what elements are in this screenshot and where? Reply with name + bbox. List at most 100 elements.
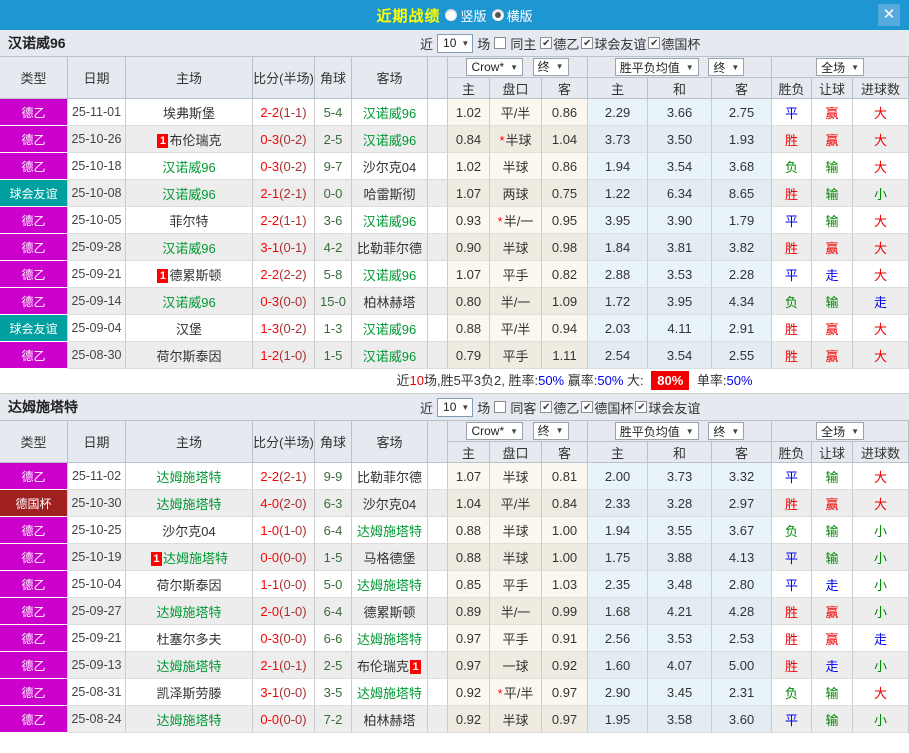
avg-home-cell: 2.35 <box>588 571 649 598</box>
match-count-select[interactable]: 10 ▼ <box>437 397 474 417</box>
home-team-name: 荷尔斯泰因 <box>156 348 222 364</box>
home-team-name: 达姆施塔特 <box>156 496 222 512</box>
dropdown-arrow-icon: ▼ <box>851 62 859 72</box>
away-team-cell: 比勒菲尔德 <box>352 463 428 490</box>
score-cell: 0-3(0-0) <box>253 625 315 652</box>
competition-filter[interactable]: ✔ 球会友谊 <box>635 398 700 417</box>
fulltime-score: 2-0 <box>260 603 280 619</box>
match-date: 25-10-05 <box>68 207 126 234</box>
odds-home-cell: 0.92 <box>448 706 490 733</box>
handicap-text: 平/半 <box>500 105 531 121</box>
avg-draw-cell: 4.21 <box>648 598 713 625</box>
match-count-select[interactable]: 10 ▼ <box>437 33 474 53</box>
result-goals-cell: 小 <box>853 544 909 571</box>
sub-header-avg-draw: 和 <box>648 442 713 463</box>
result-goals-cell: 小 <box>853 598 909 625</box>
close-button[interactable]: ✕ <box>878 4 900 26</box>
rank-1-badge: 1 <box>410 659 421 674</box>
same-venue-label: 同主 <box>510 36 537 52</box>
match-row: 德乙 25-10-18 汉诺威96 0-3(0-2) 9-7 沙尔克04 1.02 半球 0.8… <box>0 153 909 180</box>
spacer-cell <box>428 625 448 652</box>
halftime-score: (2-1) <box>279 468 307 484</box>
handicap-text: 半/一 <box>500 604 531 620</box>
away-team-name: 柏林赫塔 <box>363 712 416 728</box>
avg-final-select[interactable]: 终 ▼ <box>708 422 745 440</box>
odds-source-select[interactable]: Crow* ▼ <box>466 58 524 77</box>
home-team-cell: 荷尔斯泰因 <box>126 571 253 598</box>
halftime-score: (2-0) <box>279 495 307 511</box>
match-type-badge: 德乙 <box>0 342 68 369</box>
competition-filters: ✔ 德乙 ✔ 德国杯 ✔ 球会友谊 <box>540 398 700 417</box>
match-type-badge: 德国杯 <box>0 490 68 517</box>
handicap-text: 半/一 <box>500 294 531 310</box>
handicap-text: 半球 <box>502 159 529 175</box>
avg-select[interactable]: 胜平负均值 ▼ <box>614 58 699 76</box>
handicap-text: 平/半 <box>500 496 531 512</box>
competition-filter[interactable]: ✔ 德乙 <box>540 398 579 417</box>
col-header-date: 日期 <box>68 421 126 463</box>
competition-filter[interactable]: ✔ 德国杯 <box>581 398 633 417</box>
halftime-score: (1-0) <box>279 603 307 619</box>
same-venue-checkbox[interactable] <box>494 37 507 49</box>
corners-cell: 6-4 <box>315 598 352 625</box>
home-team-cell: 达姆施塔特 <box>126 490 253 517</box>
avg-draw-cell: 3.48 <box>648 571 713 598</box>
avg-final-select[interactable]: 终 ▼ <box>708 58 745 76</box>
odds-source-select[interactable]: Crow* ▼ <box>466 422 524 441</box>
home-team-cell: 达姆施塔特 <box>126 598 253 625</box>
avg-home-cell: 1.94 <box>588 153 649 180</box>
layout-radio-horizontal[interactable]: 横版 <box>491 6 533 25</box>
result-wdl-cell: 胜 <box>772 652 813 679</box>
home-team-name: 菲尔特 <box>169 213 209 229</box>
away-team-name: 沙尔克04 <box>362 159 417 175</box>
checkbox-checked-icon: ✔ <box>540 401 553 413</box>
home-team-cell: 杜塞尔多夫 <box>126 625 253 652</box>
match-date: 25-10-08 <box>68 180 126 207</box>
handicap-cell: 平手 <box>490 261 542 288</box>
checkbox-checked-icon: ✔ <box>540 37 553 49</box>
odds-away-cell: 0.86 <box>542 153 589 180</box>
select-value: 终 <box>537 60 550 75</box>
result-wdl-cell: 平 <box>772 544 813 571</box>
avg-draw-cell: 3.81 <box>648 234 713 261</box>
away-team-cell: 汉诺威96 <box>352 342 428 369</box>
result-wdl-cell: 平 <box>772 571 813 598</box>
avg-draw-cell: 3.55 <box>648 517 713 544</box>
odds-away-cell: 1.03 <box>542 571 589 598</box>
avg-draw-cell: 3.90 <box>648 207 713 234</box>
result-goals-cell: 大 <box>853 99 909 126</box>
match-type-badge: 德乙 <box>0 544 68 571</box>
match-type-badge: 德乙 <box>0 234 68 261</box>
col-header-score: 比分(半场) <box>253 57 315 99</box>
halftime-score: (0-1) <box>279 239 307 255</box>
fulltime-select[interactable]: 全场 ▼ <box>816 58 864 76</box>
away-team-cell: 达姆施塔特 <box>352 571 428 598</box>
avg-select[interactable]: 胜平负均值 ▼ <box>614 422 699 440</box>
handicap-text: 两球 <box>502 186 529 202</box>
result-wdl-cell: 胜 <box>772 180 813 207</box>
checkbox-checked-icon: ✔ <box>635 401 648 413</box>
home-team-cell: 汉诺威96 <box>126 153 253 180</box>
avg-draw-cell: 3.73 <box>648 463 713 490</box>
layout-radio-vertical[interactable]: 竖版 <box>445 6 487 25</box>
same-venue-checkbox[interactable] <box>494 401 507 413</box>
match-type-badge: 德乙 <box>0 261 68 288</box>
competition-filter[interactable]: ✔ 球会友谊 <box>581 34 646 53</box>
odds-final-select[interactable]: 终 ▼ <box>532 57 569 76</box>
odds-away-cell: 0.86 <box>542 99 589 126</box>
avg-home-cell: 1.72 <box>588 288 649 315</box>
result-handicap-cell: 赢 <box>812 342 854 369</box>
handicap-text: 半球 <box>502 523 529 539</box>
match-row: 德乙 25-09-14 汉诺威96 0-3(0-0) 15-0 柏林赫塔 0.80 半/一 1.… <box>0 288 909 315</box>
odds-final-select[interactable]: 终 ▼ <box>532 421 569 440</box>
away-team-cell: 哈雷斯彻 <box>352 180 428 207</box>
away-team-cell: 布伦瑞克 1 <box>352 652 428 679</box>
result-handicap-cell: 赢 <box>812 99 854 126</box>
avg-home-cell: 1.68 <box>588 598 649 625</box>
spacer-cell <box>428 571 448 598</box>
match-type-badge: 德乙 <box>0 625 68 652</box>
competition-filter[interactable]: ✔ 德乙 <box>540 34 579 53</box>
fulltime-select[interactable]: 全场 ▼ <box>816 422 864 440</box>
dropdown-arrow-icon: ▼ <box>851 426 859 436</box>
competition-filter[interactable]: ✔ 德国杯 <box>648 34 700 53</box>
